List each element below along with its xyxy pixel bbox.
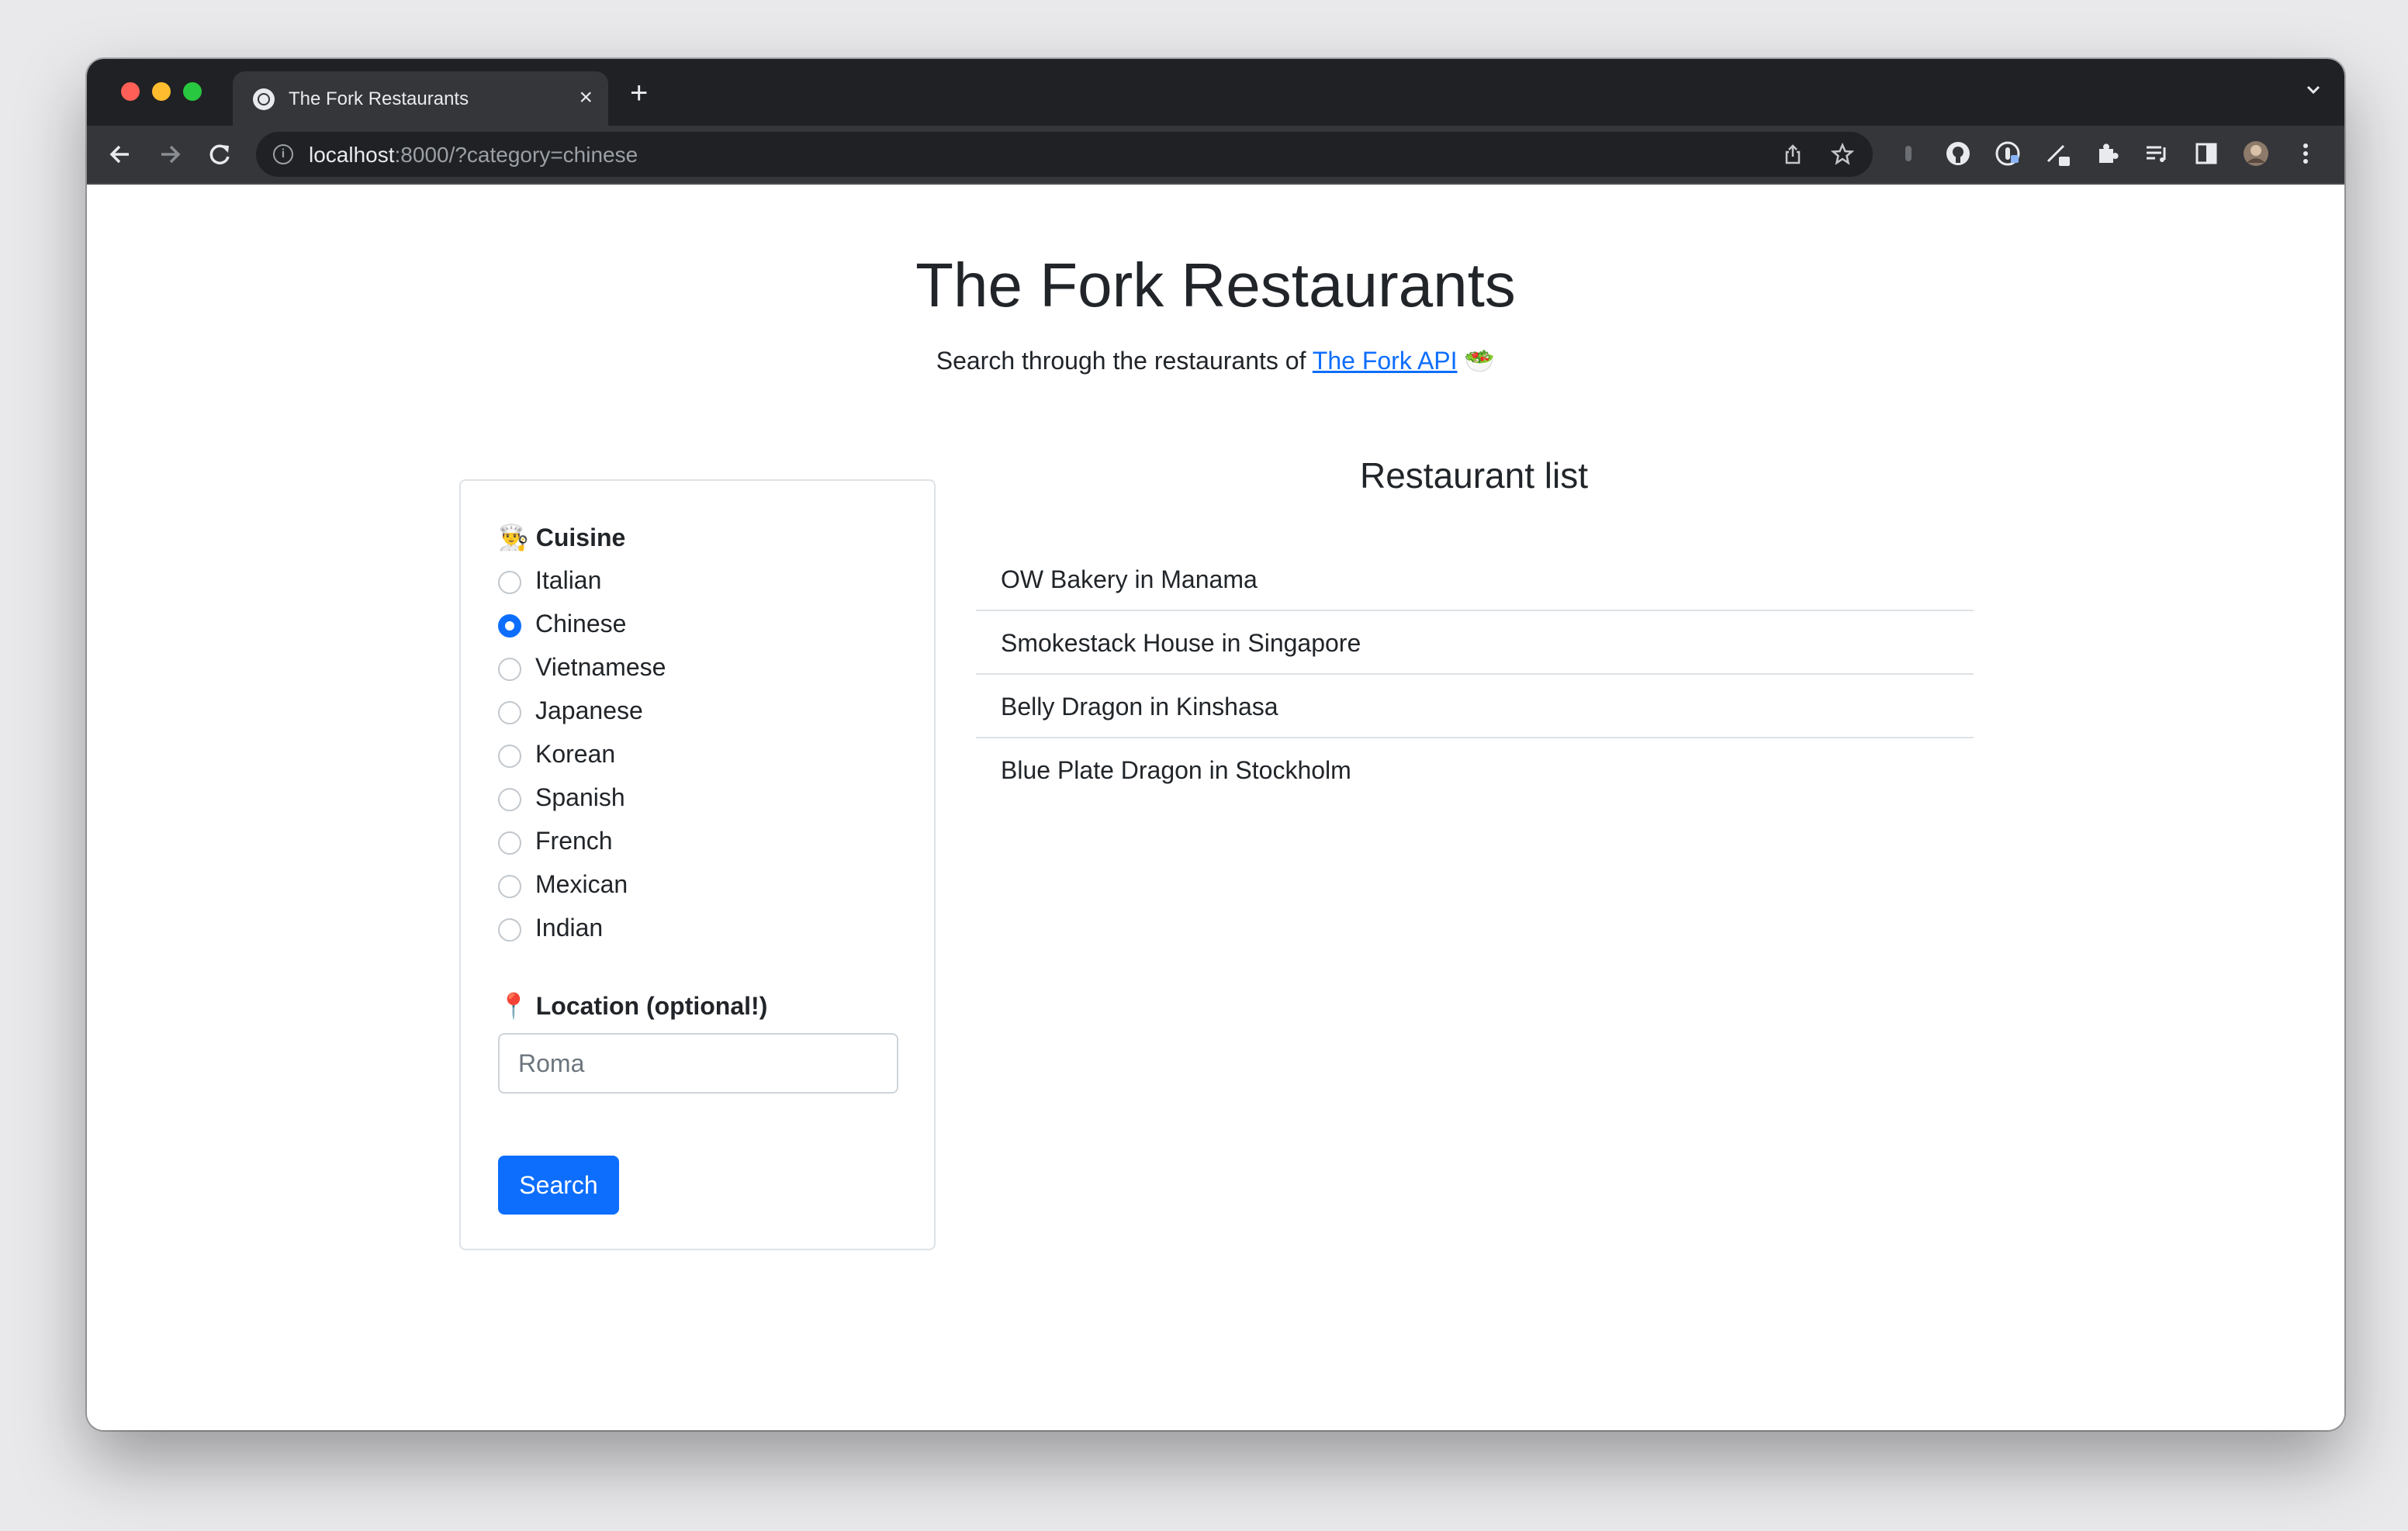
- minimize-window-button[interactable]: [152, 82, 171, 101]
- site-info-icon[interactable]: i: [273, 144, 293, 164]
- browser-window: The Fork Restaurants × + i localhost:800…: [87, 59, 2344, 1430]
- radio-button[interactable]: [498, 831, 521, 855]
- title-bar: The Fork Restaurants × +: [87, 59, 2344, 126]
- globe-icon: [253, 88, 275, 110]
- location-input[interactable]: [498, 1033, 898, 1094]
- password-manager-icon[interactable]: [1994, 140, 2022, 168]
- page-title: The Fork Restaurants: [915, 251, 1516, 320]
- tab-close-icon[interactable]: ×: [579, 84, 593, 112]
- cuisine-label: 👨‍🍳 Cuisine: [498, 524, 626, 551]
- pen-extension-icon[interactable]: [2043, 140, 2071, 168]
- back-arrow-icon[interactable]: [106, 140, 135, 169]
- list-item: Blue Plate Dragon in Stockholm: [1001, 756, 1351, 784]
- reload-icon[interactable]: [205, 140, 234, 169]
- radio-button[interactable]: [498, 875, 521, 898]
- more-menu-icon[interactable]: [2292, 140, 2320, 168]
- reading-list-icon[interactable]: [2143, 140, 2171, 168]
- extension-icon[interactable]: [1894, 140, 1922, 168]
- address-bar[interactable]: i localhost:8000/?category=chinese: [256, 132, 1873, 177]
- github-icon[interactable]: [1944, 140, 1972, 168]
- radio-button[interactable]: [498, 745, 521, 768]
- tab-title: The Fork Restaurants: [289, 88, 469, 109]
- list-item: OW Bakery in Manama: [976, 548, 1974, 611]
- page-content: The Fork Restaurants Search through the …: [87, 185, 2344, 1430]
- maximize-window-button[interactable]: [183, 82, 202, 101]
- restaurant-list-heading: Restaurant list: [1359, 455, 1588, 496]
- url-text[interactable]: localhost:8000/?category=chinese: [309, 143, 638, 168]
- forward-arrow-icon[interactable]: [155, 140, 185, 169]
- profile-avatar-icon[interactable]: [2242, 140, 2270, 168]
- share-icon[interactable]: [1781, 143, 1804, 166]
- page-subtitle: Search through the restaurants of The Fo…: [936, 347, 1496, 375]
- the-fork-api-link[interactable]: The Fork API: [1313, 347, 1458, 375]
- location-label: 📍 Location (optional!): [498, 992, 768, 1020]
- radio-button[interactable]: [498, 918, 521, 942]
- radio-button[interactable]: [498, 701, 521, 724]
- browser-toolbar: i localhost:8000/?category=chinese: [87, 126, 2344, 185]
- radio-button[interactable]: [498, 571, 521, 594]
- new-tab-button[interactable]: +: [630, 78, 648, 109]
- bookmark-star-icon[interactable]: [1831, 143, 1854, 166]
- radio-button[interactable]: [498, 788, 521, 811]
- chef-icon: 👨‍🍳: [498, 524, 529, 551]
- list-item: Smokestack House in Singapore: [976, 611, 1974, 675]
- pin-icon: 📍: [498, 992, 529, 1020]
- salad-icon: 🥗: [1464, 347, 1496, 375]
- search-form-card: 👨‍🍳 Cuisine Italian Chinese Vietnamese J…: [459, 479, 936, 1250]
- browser-tab[interactable]: The Fork Restaurants ×: [233, 71, 608, 126]
- chevron-down-icon[interactable]: [2306, 82, 2321, 98]
- close-window-button[interactable]: [121, 82, 140, 101]
- list-item: Belly Dragon in Kinshasa: [976, 675, 1974, 738]
- side-panel-icon[interactable]: [2192, 140, 2220, 168]
- radio-button[interactable]: [498, 658, 521, 681]
- radio-button-checked[interactable]: [498, 614, 521, 638]
- search-button[interactable]: Search: [498, 1156, 619, 1215]
- puzzle-extensions-icon[interactable]: [2093, 140, 2121, 168]
